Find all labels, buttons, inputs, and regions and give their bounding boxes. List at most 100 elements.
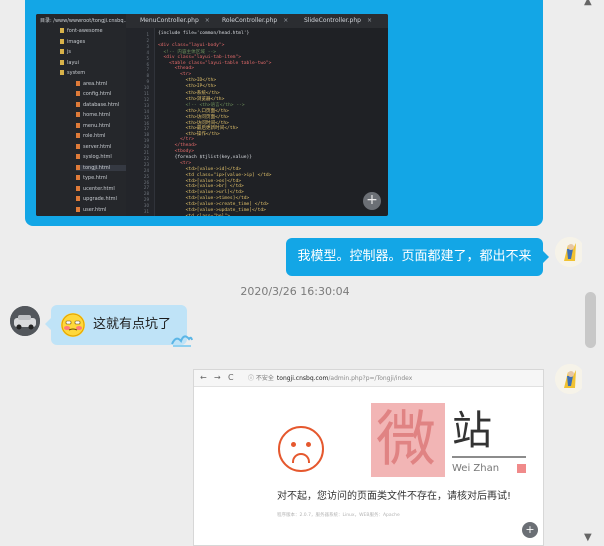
scroll-up-arrow-icon[interactable]: ▲ xyxy=(584,0,592,7)
file-tree-file[interactable]: ucenter.html xyxy=(76,185,126,192)
file-tree-file[interactable]: area.html xyxy=(76,80,126,87)
file-tree-file[interactable]: config.html xyxy=(76,91,126,97)
watermark-divider xyxy=(452,456,526,458)
error-footer: 程序版本：2.0.7，服务器系统：Linux，WEB服务：Apache xyxy=(277,513,400,518)
avatar-self-2[interactable] xyxy=(555,364,585,394)
line-number: 21 xyxy=(143,150,149,155)
watermark-subtitle: Wei Zhan xyxy=(452,463,500,474)
avatar-contact-image-icon xyxy=(10,306,40,336)
scrollbar-track[interactable] xyxy=(582,0,604,546)
html-file-icon xyxy=(76,143,80,149)
code-line: <td>[value->times]</td> xyxy=(158,196,250,202)
file-tree-folder[interactable]: font-awesome xyxy=(60,28,103,34)
file-tree: 目录: /www/wwwroot/tongji.cnsbq... font-aw… xyxy=(36,14,129,216)
browser-screenshot-message[interactable]: ← → C ⓘ 不安全 tongji.cnsbq.com/admin.php?p=… xyxy=(193,369,544,546)
code-line: <td>[value->br] </td> xyxy=(158,184,244,190)
outgoing-message[interactable]: 我模型。控制器。页面都建了，都出不来 xyxy=(286,238,549,276)
line-number: 15 xyxy=(143,114,149,120)
ide-screenshot[interactable]: 目录: /www/wwwroot/tongji.cnsbq... font-aw… xyxy=(36,14,388,216)
folder-icon xyxy=(60,38,64,44)
html-file-icon xyxy=(76,91,80,96)
line-number: 30 xyxy=(143,203,149,209)
line-number: 20 xyxy=(143,144,149,150)
file-tree-file[interactable]: type.html xyxy=(76,175,126,181)
avatar-contact[interactable] xyxy=(10,306,40,336)
file-tree-file[interactable]: server.html xyxy=(76,143,126,150)
line-number: 11 xyxy=(143,91,149,96)
incoming-message[interactable]: 这就有点坑了 xyxy=(45,305,193,347)
folder-icon xyxy=(60,49,64,54)
line-number: 6 xyxy=(146,61,149,67)
code-line: <td class="ip>[value->ip] </td> xyxy=(158,172,272,178)
line-number: 22 xyxy=(143,155,149,161)
line-number: 25 xyxy=(143,173,149,179)
file-tree-file[interactable]: role.html xyxy=(76,133,126,139)
line-number: 13 xyxy=(143,102,149,108)
html-file-icon xyxy=(76,196,80,201)
avatar-self[interactable] xyxy=(555,237,585,267)
line-number: 18 xyxy=(143,132,149,138)
code-line: <td>[value->update_time]</td> xyxy=(158,208,266,213)
file-tree-folder[interactable]: images xyxy=(60,38,85,45)
line-number: 23 xyxy=(143,161,149,167)
tab-slidecontroller: SlideController.php × xyxy=(304,17,372,24)
code-line: <tr> xyxy=(158,160,192,166)
wave-decoration-icon xyxy=(171,335,193,347)
html-file-icon xyxy=(76,164,80,170)
file-tree-path: 目录: /www/wwwroot/tongji.cnsbq... xyxy=(40,18,129,24)
line-number: 10 xyxy=(143,85,149,91)
message-timestamp: 2020/3/26 16:30:04 xyxy=(240,285,350,298)
reload-icon: C xyxy=(228,373,234,382)
scrollbar-thumb[interactable] xyxy=(585,292,596,348)
code-line: <table class="layui-table table-two"> xyxy=(158,60,272,66)
url-path: /admin.php?p=/Tongji/index xyxy=(328,375,413,382)
line-number: 5 xyxy=(146,55,149,61)
line-number: 4 xyxy=(146,49,149,55)
file-tree-file[interactable]: upgrade.html xyxy=(76,196,126,202)
line-number: 31 xyxy=(143,209,149,214)
back-arrow-icon: ← xyxy=(200,373,207,382)
line-number: 9 xyxy=(146,79,149,85)
code-line: <td>[value->id]</td> xyxy=(158,166,241,172)
line-number: 14 xyxy=(143,108,149,114)
line-number: 29 xyxy=(143,197,149,203)
line-number-gutter: 1 2 3 4 5 6 7 8 9 10 11 12 13 14 15 16 17 18 19 20 21 22 23 24 2… xyxy=(126,28,155,216)
file-tree-file[interactable]: menu.html xyxy=(76,122,126,129)
line-number: 2 xyxy=(146,37,149,43)
file-tree-folder[interactable]: js xyxy=(60,49,71,55)
file-tree-file[interactable]: tongji.html xyxy=(76,164,126,171)
code-line: {include file='common/head.html'} xyxy=(158,31,250,36)
line-number: 7 xyxy=(146,67,149,73)
code-line: <th>IP</th> xyxy=(158,84,217,90)
html-file-icon xyxy=(76,112,80,117)
file-tree-file[interactable]: user.html xyxy=(76,206,126,213)
incoming-message-text: 这就有点坑了 xyxy=(93,317,172,332)
folder-icon xyxy=(60,70,64,75)
code-line: <div class="layui-tab-item"> xyxy=(158,54,241,60)
code-line: <tbody> xyxy=(158,149,194,154)
outgoing-message-text: 我模型。控制器。页面都建了，都出不来 xyxy=(297,249,532,264)
line-number: 28 xyxy=(143,191,149,197)
tab-rolecontroller: RoleController.php × xyxy=(222,17,289,24)
file-tree-file[interactable]: syslog.html xyxy=(76,154,126,160)
file-tree-file[interactable]: home.html xyxy=(76,112,126,118)
line-number: 27 xyxy=(143,185,149,191)
html-file-icon xyxy=(76,185,80,191)
browser-address-bar: ← → C ⓘ 不安全 tongji.cnsbq.com/admin.php?p=… xyxy=(194,370,543,387)
file-tree-folder[interactable]: system xyxy=(60,70,85,76)
code-line: <td class="hel"> xyxy=(158,214,230,216)
scroll-down-arrow-icon[interactable]: ▼ xyxy=(584,532,592,543)
zoom-in-icon[interactable]: + xyxy=(363,192,381,210)
browser-url: ⓘ 不安全 tongji.cnsbq.com/admin.php?p=/Tongj… xyxy=(248,373,412,382)
file-tree-file[interactable]: database.html xyxy=(76,101,126,108)
html-file-icon xyxy=(76,122,80,128)
code-line: <td>[value->create_time] </td> xyxy=(158,202,269,208)
zoom-in-icon[interactable]: + xyxy=(522,522,538,538)
line-number: 17 xyxy=(143,126,149,132)
file-tree-folder[interactable]: layui xyxy=(60,59,79,66)
insecure-label: ⓘ 不安全 xyxy=(248,375,274,382)
folder-icon xyxy=(60,28,64,33)
line-number: 3 xyxy=(146,43,149,49)
line-number: 8 xyxy=(146,73,149,79)
code-line: <td>[value->url]</td> xyxy=(158,190,244,196)
